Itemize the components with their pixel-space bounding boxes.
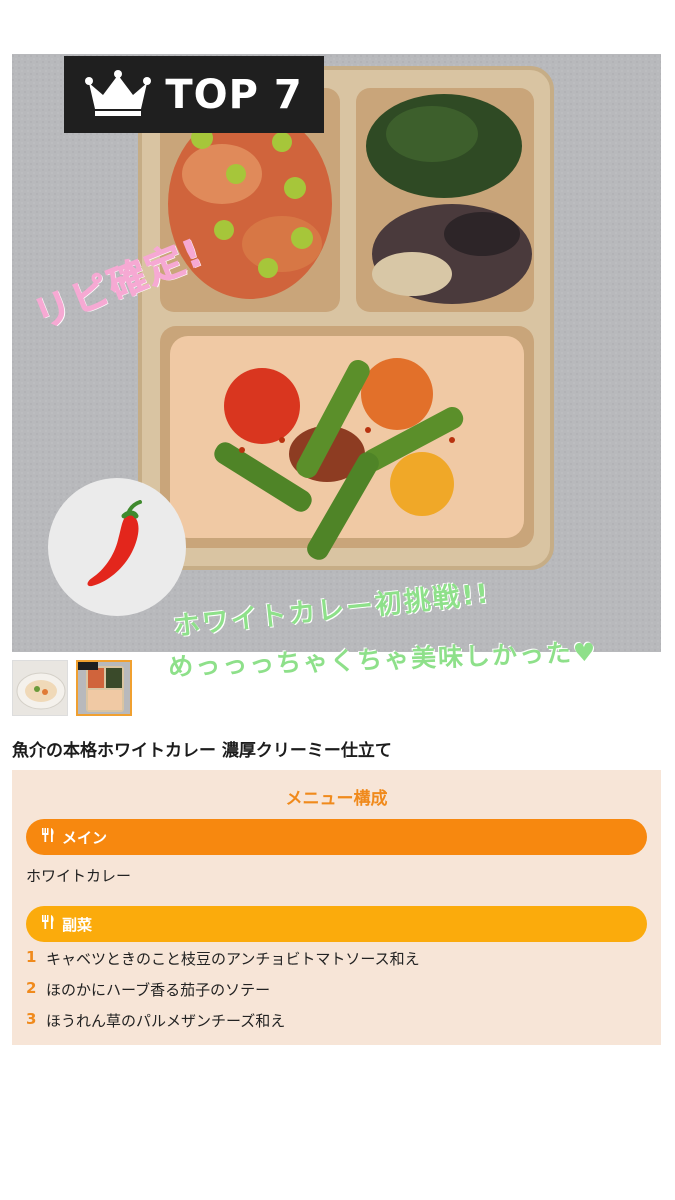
ranking-badge: TOP 7 — [64, 56, 324, 133]
main-dish-label: メイン — [62, 828, 108, 847]
item-number: 2 — [26, 979, 37, 997]
menu-heading: メニュー構成 — [285, 789, 388, 809]
fork-knife-icon — [40, 914, 56, 934]
thumb-curry-plate[interactable] — [12, 660, 68, 716]
list-item: 3 ほうれん草のパルメザンチーズ和え — [26, 1010, 420, 1041]
side-dish-list: 1 キャベツときのこと枝豆のアンチョビトマトソース和え 2 ほのかにハーブ香る茄… — [26, 948, 420, 1041]
list-item: 1 キャベツときのこと枝豆のアンチョビトマトソース和え — [26, 948, 420, 979]
item-text: キャベツときのこと枝豆のアンチョビトマトソース和え — [46, 950, 420, 968]
main-dish-bar: メイン — [26, 819, 647, 855]
list-item: 2 ほのかにハーブ香る茄子のソテー — [26, 979, 420, 1010]
side-dish-label: 副菜 — [62, 915, 93, 934]
item-number: 1 — [26, 948, 37, 966]
crown-icon — [85, 69, 152, 121]
thumb-bento-box[interactable] — [76, 660, 132, 716]
chili-pepper-icon — [82, 500, 152, 594]
product-title: 魚介の本格ホワイトカレー 濃厚クリーミー仕立て — [12, 741, 392, 761]
fork-knife-icon — [40, 827, 56, 847]
badge-label: TOP 7 — [165, 71, 303, 118]
item-text: ほうれん草のパルメザンチーズ和え — [46, 1012, 286, 1030]
main-dish-item: ホワイトカレー — [26, 867, 132, 885]
spicy-indicator — [48, 478, 186, 616]
item-number: 3 — [26, 1010, 37, 1028]
thumbnail-strip — [12, 660, 132, 716]
item-text: ほのかにハーブ香る茄子のソテー — [46, 981, 271, 999]
menu-composition-panel: メニュー構成 メイン ホワイトカレー 副菜 1 キャベツときのこと枝豆のアンチョ… — [12, 770, 661, 1045]
side-dish-bar: 副菜 — [26, 906, 647, 942]
